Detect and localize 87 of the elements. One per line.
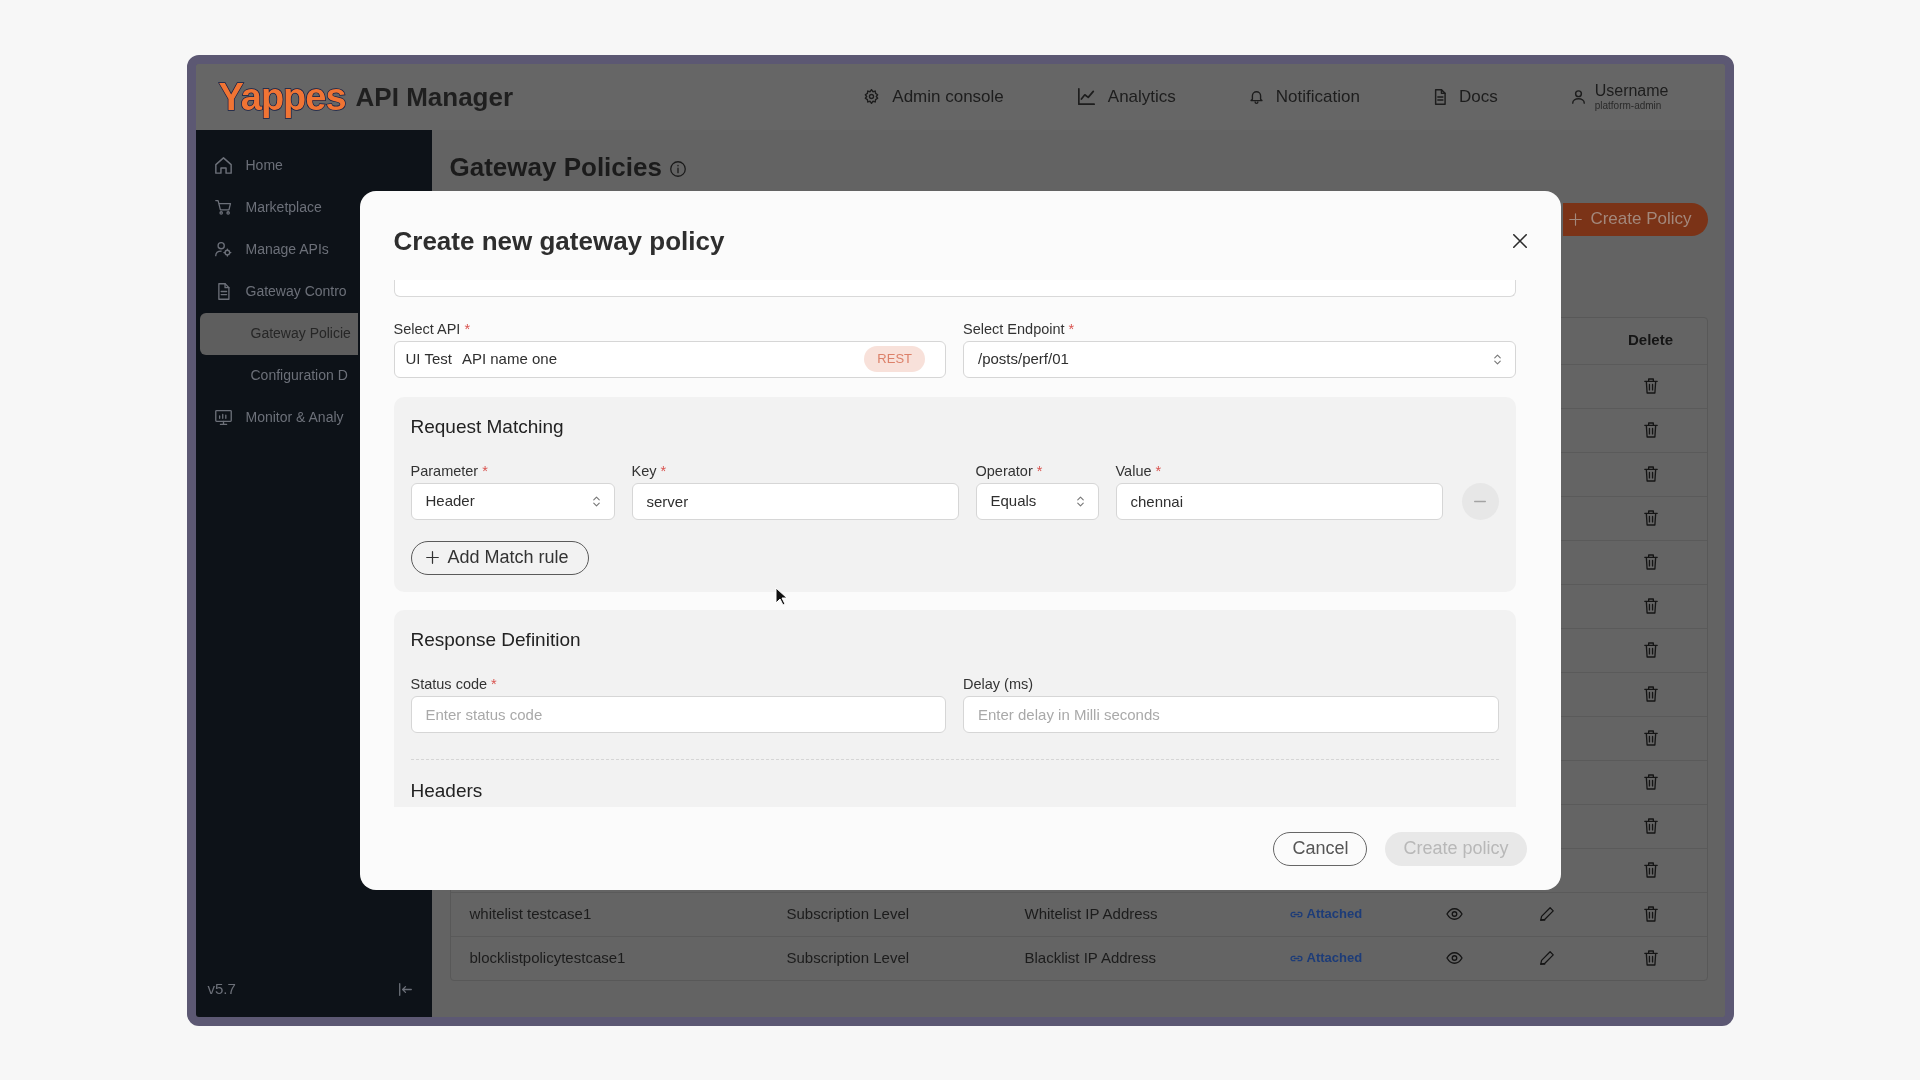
field-label: Parameter * — [410, 461, 489, 480]
page-title: Gateway Policies — [449, 150, 662, 184]
logo: Yappes — [218, 77, 346, 116]
home-icon — [214, 157, 232, 174]
sidebar-item[interactable]: Monitor & Analy — [199, 396, 358, 439]
select-field[interactable]: Header — [410, 482, 615, 520]
section-title: Response Definition — [410, 627, 582, 652]
trash-icon[interactable] — [1643, 950, 1658, 966]
input-field[interactable]: chennai — [1115, 482, 1443, 520]
chevron-up-down-icon — [592, 495, 600, 507]
nav-link[interactable]: Docs — [1433, 83, 1498, 110]
section-title: Request Matching — [410, 414, 565, 439]
plus-icon — [425, 551, 439, 564]
trash-icon[interactable] — [1643, 730, 1658, 746]
collapse-icon[interactable] — [398, 982, 412, 996]
field-label: Operator * — [975, 461, 1044, 480]
cart-icon — [214, 199, 232, 216]
sidebar-item[interactable]: Home — [199, 144, 358, 187]
create-policy-button[interactable]: Create Policy — [1563, 202, 1708, 236]
field-label: Delay (ms) — [963, 674, 1035, 693]
trash-icon[interactable] — [1643, 510, 1658, 526]
close-icon[interactable] — [1512, 233, 1527, 248]
text-field[interactable] — [393, 279, 1516, 297]
trash-icon[interactable] — [1643, 378, 1658, 394]
select-field[interactable]: /posts/perf/01 — [963, 340, 1516, 378]
section-title: Headers — [410, 778, 484, 803]
sidebar-item[interactable]: Marketplace — [199, 186, 358, 229]
status-label: Attached — [1306, 949, 1363, 968]
sidebar-item[interactable]: Gateway Contro — [199, 270, 358, 313]
settings-icon — [864, 89, 880, 104]
pencil-icon[interactable] — [1540, 951, 1554, 965]
column-header: Delete — [1628, 330, 1673, 351]
trash-icon[interactable] — [1643, 466, 1658, 482]
trash-icon[interactable] — [1643, 642, 1658, 658]
link-icon — [1289, 910, 1303, 918]
pencil-icon[interactable] — [1540, 907, 1554, 921]
plus-icon — [1569, 212, 1583, 226]
user-gear-icon — [214, 241, 232, 258]
field-label: Status code * — [410, 674, 498, 693]
version-label: v5.7 — [207, 979, 236, 999]
trash-icon[interactable] — [1643, 686, 1658, 702]
trash-icon[interactable] — [1643, 774, 1658, 790]
field-label: Key * — [631, 461, 668, 480]
input-field[interactable]: Enter delay in Milli seconds — [963, 695, 1499, 733]
field-label: Value * — [1115, 461, 1163, 480]
table-cell-text: Subscription Level — [785, 947, 911, 968]
nav-link[interactable]: Admin console — [864, 83, 1004, 110]
trash-icon[interactable] — [1643, 862, 1658, 878]
document-icon — [1433, 88, 1446, 105]
monitor-icon — [214, 409, 232, 426]
line-chart-icon — [1077, 88, 1095, 105]
field-label: Select Endpoint * — [963, 319, 1076, 338]
sidebar-item[interactable]: Manage APIs — [199, 228, 358, 271]
eye-icon[interactable] — [1446, 908, 1463, 920]
chevron-up-down-icon — [1076, 495, 1084, 507]
input-field[interactable]: server — [631, 482, 959, 520]
minus-icon — [1474, 499, 1486, 503]
table-cell-text: blocklistpolicytestcase1 — [468, 947, 627, 968]
table-cell-text: Whitelist IP Address — [1023, 903, 1159, 924]
field-label: Select API * — [393, 319, 472, 338]
select-field[interactable]: UI Test API name one REST — [393, 340, 946, 378]
status-label: Attached — [1306, 905, 1363, 924]
user-menu[interactable]: Username platform-admin — [1571, 82, 1669, 111]
user-icon — [1571, 89, 1585, 104]
sidebar-item[interactable]: Gateway Policie — [199, 312, 358, 355]
bell-icon — [1249, 89, 1263, 104]
link-icon — [1289, 954, 1303, 962]
sidebar-item[interactable]: Configuration D — [199, 354, 358, 397]
trash-icon[interactable] — [1643, 906, 1658, 922]
trash-icon[interactable] — [1643, 554, 1658, 570]
eye-icon[interactable] — [1446, 952, 1463, 964]
table-cell-text: Blacklist IP Address — [1023, 947, 1157, 968]
dialog-title: Create new gateway policy — [393, 224, 725, 257]
app-title: API Manager — [355, 83, 514, 110]
cursor-icon — [775, 587, 787, 606]
nav-link[interactable]: Analytics — [1077, 83, 1176, 110]
trash-icon[interactable] — [1643, 598, 1658, 614]
api-type-tag: REST — [864, 346, 925, 372]
info-icon[interactable] — [669, 160, 686, 177]
nav-link[interactable]: Notification — [1249, 83, 1360, 110]
select-field[interactable]: Equals — [975, 482, 1099, 520]
chevron-up-down-icon — [1493, 353, 1501, 365]
table-cell-text: Subscription Level — [785, 903, 911, 924]
table-cell-text: whitelist testcase1 — [468, 903, 593, 924]
input-field[interactable]: Enter status code — [410, 695, 946, 733]
trash-icon[interactable] — [1643, 422, 1658, 438]
trash-icon[interactable] — [1643, 818, 1658, 834]
